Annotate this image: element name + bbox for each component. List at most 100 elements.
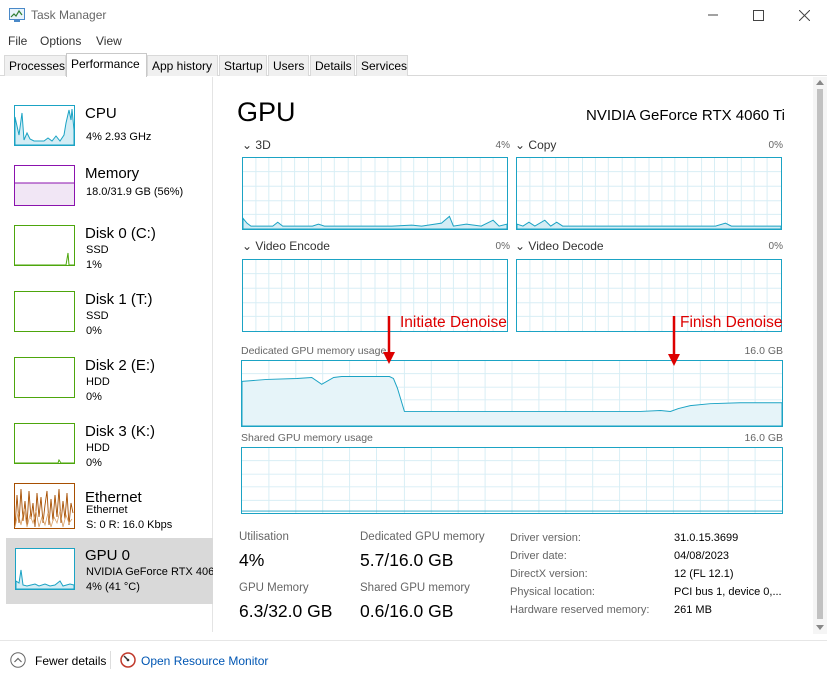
directx-version-label: DirectX version: bbox=[510, 568, 588, 580]
annotation-finish-denoise: Finish Denoise bbox=[680, 314, 783, 331]
engine-video-decode-selector[interactable]: ⌄ Video Decode bbox=[515, 239, 604, 253]
sidebar-disk-0-usage: 1% bbox=[86, 259, 102, 271]
menu-view[interactable]: View bbox=[96, 34, 122, 48]
resource-sidebar: CPU 4% 2.93 GHz Memory 18.0/31.9 GB (56%… bbox=[0, 77, 213, 632]
engine-copy-label: Copy bbox=[528, 138, 557, 152]
engine-video-encode-selector[interactable]: ⌄ Video Encode bbox=[242, 239, 330, 253]
engine-video-encode-label: Video Encode bbox=[255, 239, 330, 253]
maximize-button[interactable] bbox=[735, 0, 781, 30]
page-title: GPU bbox=[237, 97, 296, 127]
engine-video-decode-percent: 0% bbox=[768, 241, 783, 252]
dedicated-memory-max: 16.0 GB bbox=[744, 345, 783, 357]
engine-video-encode-percent: 0% bbox=[495, 241, 510, 252]
tab-services[interactable]: Services bbox=[356, 55, 408, 76]
utilisation-value: 4% bbox=[239, 550, 265, 570]
gpu-model-name: NVIDIA GeForce RTX 4060 Ti bbox=[586, 107, 785, 124]
sidebar-item-disk-2[interactable]: Disk 2 (E:) HDD 0% bbox=[6, 345, 213, 409]
engine-copy-selector[interactable]: ⌄ Copy bbox=[515, 138, 556, 152]
sidebar-disk-3-type: HDD bbox=[86, 442, 110, 454]
gpu-detail-panel: GPU NVIDIA GeForce RTX 4060 Ti ⌄ 3D 4% ⌄… bbox=[225, 77, 815, 632]
annotation-initiate-denoise: Initiate Denoise bbox=[400, 314, 507, 331]
chevron-down-icon: ⌄ bbox=[242, 138, 253, 152]
open-resource-monitor-label: Open Resource Monitor bbox=[141, 654, 269, 668]
sidebar-disk-0-type: SSD bbox=[86, 244, 109, 256]
disk-3-thumbnail-graph bbox=[14, 423, 75, 464]
chevron-down-icon: ⌄ bbox=[515, 239, 526, 253]
sidebar-ethernet-name: Ethernet bbox=[86, 504, 128, 516]
maximize-icon bbox=[752, 9, 764, 21]
menu-options[interactable]: Options bbox=[40, 34, 81, 48]
dedicated-memory-stat-label: Dedicated GPU memory bbox=[360, 531, 485, 543]
chevron-up-circle-icon bbox=[10, 652, 26, 668]
engine-copy-graph bbox=[516, 157, 782, 230]
sidebar-item-disk-1[interactable]: Disk 1 (T:) SSD 0% bbox=[6, 279, 213, 343]
disk-1-thumbnail-graph bbox=[14, 291, 75, 332]
sidebar-disk-3-title: Disk 3 (K:) bbox=[85, 423, 156, 440]
sidebar-item-gpu-0[interactable]: GPU 0 NVIDIA GeForce RTX 4060 Ti 4% (41 … bbox=[6, 538, 213, 604]
sidebar-disk-2-type: HDD bbox=[86, 376, 110, 388]
footer-divider bbox=[110, 651, 111, 669]
sidebar-disk-2-title: Disk 2 (E:) bbox=[85, 357, 156, 374]
shared-memory-stat-value: 0.6/16.0 GB bbox=[360, 601, 454, 621]
sidebar-item-ethernet[interactable]: Ethernet Ethernet S: 0 R: 16.0 Kbps bbox=[6, 477, 213, 541]
close-button[interactable] bbox=[781, 0, 827, 30]
close-icon bbox=[798, 9, 810, 21]
menu-bar: File Options View bbox=[0, 30, 827, 52]
shared-memory-max: 16.0 GB bbox=[744, 432, 783, 444]
annotation-arrow-initiate-icon bbox=[383, 316, 395, 364]
sidebar-cpu-usage: 4% 2.93 GHz bbox=[86, 131, 152, 143]
sidebar-gpu-model: NVIDIA GeForce RTX 4060 Ti bbox=[86, 566, 213, 578]
gpu-thumbnail-graph bbox=[15, 548, 75, 590]
tab-startup[interactable]: Startup bbox=[219, 55, 267, 76]
minimize-button[interactable] bbox=[690, 0, 736, 30]
footer-bar: Fewer details Open Resource Monitor bbox=[0, 640, 827, 685]
minimize-icon bbox=[708, 14, 718, 16]
title-bar: Task Manager bbox=[0, 0, 827, 30]
hardware-reserved-memory-label: Hardware reserved memory: bbox=[510, 604, 650, 616]
tab-bar: Processes Performance App history Startu… bbox=[0, 53, 827, 77]
chevron-down-icon: ⌄ bbox=[515, 138, 526, 152]
sidebar-disk-0-title: Disk 0 (C:) bbox=[85, 225, 156, 242]
sidebar-disk-1-type: SSD bbox=[86, 310, 109, 322]
cpu-thumbnail-graph bbox=[14, 105, 75, 146]
scrollbar-thumb[interactable] bbox=[817, 89, 823, 619]
sidebar-gpu-title: GPU 0 bbox=[85, 547, 131, 564]
dedicated-memory-label: Dedicated GPU memory usage bbox=[241, 345, 387, 357]
scroll-up-icon[interactable] bbox=[816, 79, 824, 85]
disk-2-thumbnail-graph bbox=[14, 357, 75, 398]
engine-video-decode-label: Video Decode bbox=[528, 239, 604, 253]
ethernet-thumbnail-graph bbox=[14, 483, 75, 529]
sidebar-memory-usage: 18.0/31.9 GB (56%) bbox=[86, 186, 184, 198]
tab-app-history[interactable]: App history bbox=[147, 55, 218, 76]
sidebar-item-memory[interactable]: Memory 18.0/31.9 GB (56%) bbox=[6, 153, 213, 217]
physical-location-label: Physical location: bbox=[510, 586, 595, 598]
dedicated-memory-graph bbox=[241, 360, 783, 427]
vertical-scrollbar[interactable] bbox=[813, 77, 827, 634]
shared-memory-label: Shared GPU memory usage bbox=[241, 432, 373, 444]
sidebar-cpu-title: CPU bbox=[85, 105, 117, 122]
fewer-details-label: Fewer details bbox=[35, 654, 107, 668]
engine-3d-selector[interactable]: ⌄ 3D bbox=[242, 138, 271, 152]
sidebar-item-disk-0[interactable]: Disk 0 (C:) SSD 1% bbox=[6, 213, 213, 277]
sidebar-disk-2-usage: 0% bbox=[86, 391, 102, 403]
tab-performance[interactable]: Performance bbox=[66, 53, 147, 77]
engine-copy-percent: 0% bbox=[768, 140, 783, 151]
tab-users[interactable]: Users bbox=[268, 55, 309, 76]
shared-memory-stat-label: Shared GPU memory bbox=[360, 582, 470, 594]
sidebar-disk-3-usage: 0% bbox=[86, 457, 102, 469]
menu-file[interactable]: File bbox=[8, 34, 27, 48]
engine-3d-percent: 4% bbox=[495, 140, 510, 151]
driver-version-label: Driver version: bbox=[510, 532, 581, 544]
sidebar-memory-title: Memory bbox=[85, 165, 140, 182]
gpu-memory-label: GPU Memory bbox=[239, 582, 309, 594]
directx-version-value: 12 (FL 12.1) bbox=[674, 568, 734, 580]
tab-processes[interactable]: Processes bbox=[4, 55, 66, 76]
sidebar-item-disk-3[interactable]: Disk 3 (K:) HDD 0% bbox=[6, 411, 213, 475]
engine-3d-graph bbox=[242, 157, 508, 230]
gpu-memory-value: 6.3/32.0 GB bbox=[239, 601, 333, 621]
scroll-down-icon[interactable] bbox=[816, 625, 824, 631]
driver-version-value: 31.0.15.3699 bbox=[674, 532, 739, 544]
tab-details[interactable]: Details bbox=[310, 55, 355, 76]
sidebar-item-cpu[interactable]: CPU 4% 2.93 GHz bbox=[6, 93, 213, 157]
utilisation-label: Utilisation bbox=[239, 531, 289, 543]
